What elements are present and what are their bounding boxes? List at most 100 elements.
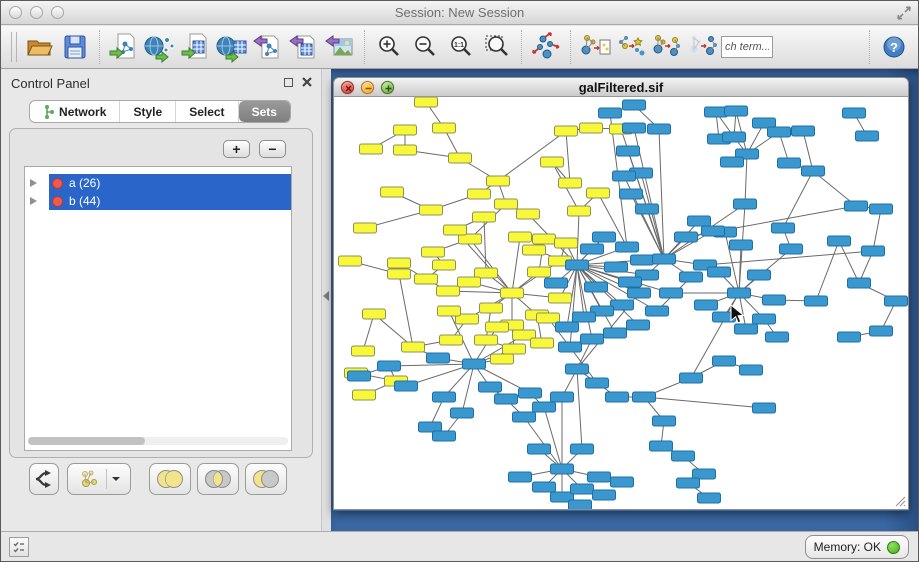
graph-node-blue[interactable] <box>395 381 418 391</box>
graph-node-blue[interactable] <box>708 267 731 277</box>
tab-select[interactable]: Select <box>176 101 238 122</box>
graph-node-blue[interactable] <box>623 123 646 133</box>
search-input[interactable] <box>721 36 773 58</box>
graph-node-blue[interactable] <box>571 444 594 454</box>
graph-node-blue[interactable] <box>556 322 579 332</box>
graph-node-blue[interactable] <box>611 477 634 487</box>
graph-node-blue[interactable] <box>569 500 592 509</box>
help-icon[interactable]: ? <box>876 29 912 65</box>
graph-node-yellow[interactable] <box>517 209 540 219</box>
graph-node-yellow[interactable] <box>486 322 509 332</box>
graph-node-yellow[interactable] <box>353 390 376 400</box>
graph-node-blue[interactable] <box>856 131 879 141</box>
expand-triangle-icon[interactable] <box>30 179 37 187</box>
graph-node-blue[interactable] <box>650 441 673 451</box>
graph-node-yellow[interactable] <box>468 189 491 199</box>
split-set-button[interactable] <box>29 463 59 495</box>
graph-node-blue[interactable] <box>604 328 627 338</box>
open-folder-icon[interactable] <box>21 29 57 65</box>
graph-node-blue[interactable] <box>588 472 611 482</box>
graph-node-blue[interactable] <box>845 201 868 211</box>
graph-node-blue[interactable] <box>675 232 698 242</box>
graph-node-yellow[interactable] <box>473 212 496 222</box>
graph-node-yellow[interactable] <box>541 157 564 167</box>
graph-node-blue[interactable] <box>653 416 676 426</box>
select-subnetwork-icon[interactable] <box>649 29 685 65</box>
graph-node-blue[interactable] <box>433 392 456 402</box>
graph-node-yellow[interactable] <box>503 344 526 354</box>
graph-node-blue[interactable] <box>753 314 776 324</box>
graph-node-yellow[interactable] <box>559 178 582 188</box>
graph-node-blue[interactable] <box>619 277 642 287</box>
graph-node-yellow[interactable] <box>491 354 514 364</box>
graph-node-blue[interactable] <box>573 312 596 322</box>
set-row[interactable]: b (44) <box>25 192 291 210</box>
graph-node-blue[interactable] <box>633 392 656 402</box>
graph-node-blue[interactable] <box>870 204 893 214</box>
graph-node-blue[interactable] <box>559 342 582 352</box>
graph-node-blue[interactable] <box>698 493 721 503</box>
graph-node-blue[interactable] <box>627 320 650 330</box>
graph-node-yellow[interactable] <box>352 346 375 356</box>
graph-node-blue[interactable] <box>870 326 893 336</box>
network-view-window[interactable]: galFiltered.sif <box>333 77 909 511</box>
graph-node-blue[interactable] <box>533 482 556 492</box>
graph-node-yellow[interactable] <box>339 256 362 266</box>
graph-node-blue[interactable] <box>768 127 791 137</box>
graph-node-blue[interactable] <box>581 244 604 254</box>
graph-node-blue[interactable] <box>725 106 748 116</box>
graph-node-blue[interactable] <box>551 392 574 402</box>
zoom-out-icon[interactable] <box>407 29 443 65</box>
graph-node-blue[interactable] <box>593 490 616 500</box>
graph-node-blue[interactable] <box>721 157 744 167</box>
graph-node-yellow[interactable] <box>394 145 417 155</box>
tab-network[interactable]: Network <box>30 101 120 122</box>
graph-node-yellow[interactable] <box>531 338 554 348</box>
import-network-file-icon[interactable] <box>106 29 142 65</box>
graph-node-blue[interactable] <box>631 255 654 265</box>
graph-node-yellow[interactable] <box>487 176 510 186</box>
graph-node-blue[interactable] <box>862 246 885 256</box>
horizontal-scrollbar[interactable] <box>28 437 288 445</box>
graph-node-yellow[interactable] <box>458 277 481 287</box>
graph-node-blue[interactable] <box>528 444 551 454</box>
union-sets-button[interactable] <box>149 463 191 495</box>
graph-node-blue[interactable] <box>672 451 695 461</box>
graph-node-blue[interactable] <box>843 108 866 118</box>
graph-node-yellow[interactable] <box>433 123 456 133</box>
graph-node-yellow[interactable] <box>437 286 460 296</box>
zoom-fit-selected-icon[interactable] <box>479 29 515 65</box>
graph-node-yellow[interactable] <box>533 234 556 244</box>
export-table-icon[interactable] <box>286 29 322 65</box>
graph-node-yellow[interactable] <box>480 303 503 313</box>
graph-node-blue[interactable] <box>599 108 622 118</box>
graph-node-blue[interactable] <box>735 324 758 334</box>
graph-node-blue[interactable] <box>348 371 371 381</box>
graph-node-yellow[interactable] <box>568 206 591 216</box>
graph-node-yellow[interactable] <box>555 238 578 248</box>
graph-node-yellow[interactable] <box>587 188 610 198</box>
graph-node-yellow[interactable] <box>420 205 443 215</box>
graph-node-yellow[interactable] <box>415 274 438 284</box>
graph-node-blue[interactable] <box>495 394 518 404</box>
copy-network-icon[interactable] <box>577 29 613 65</box>
task-history-button[interactable] <box>9 537 29 557</box>
graph-node-blue[interactable] <box>646 306 669 316</box>
graph-node-blue[interactable] <box>660 288 683 298</box>
export-image-icon[interactable] <box>322 29 358 65</box>
graph-node-yellow[interactable] <box>475 335 498 345</box>
close-panel-icon[interactable] <box>301 76 313 88</box>
graph-node-blue[interactable] <box>734 199 757 209</box>
graph-node-blue[interactable] <box>802 166 825 176</box>
create-set-from-selection-button[interactable] <box>67 463 131 495</box>
graph-node-blue[interactable] <box>586 378 609 388</box>
graph-node-blue[interactable] <box>838 332 861 342</box>
expand-triangle-icon[interactable] <box>30 197 37 205</box>
graph-node-yellow[interactable] <box>438 306 461 316</box>
graph-node-blue[interactable] <box>433 431 456 441</box>
float-panel-icon[interactable] <box>284 78 293 87</box>
graph-node-blue[interactable] <box>533 402 556 412</box>
graph-node-blue[interactable] <box>613 171 636 181</box>
graph-node-blue[interactable] <box>519 388 542 398</box>
graph-node-blue[interactable] <box>828 236 851 246</box>
